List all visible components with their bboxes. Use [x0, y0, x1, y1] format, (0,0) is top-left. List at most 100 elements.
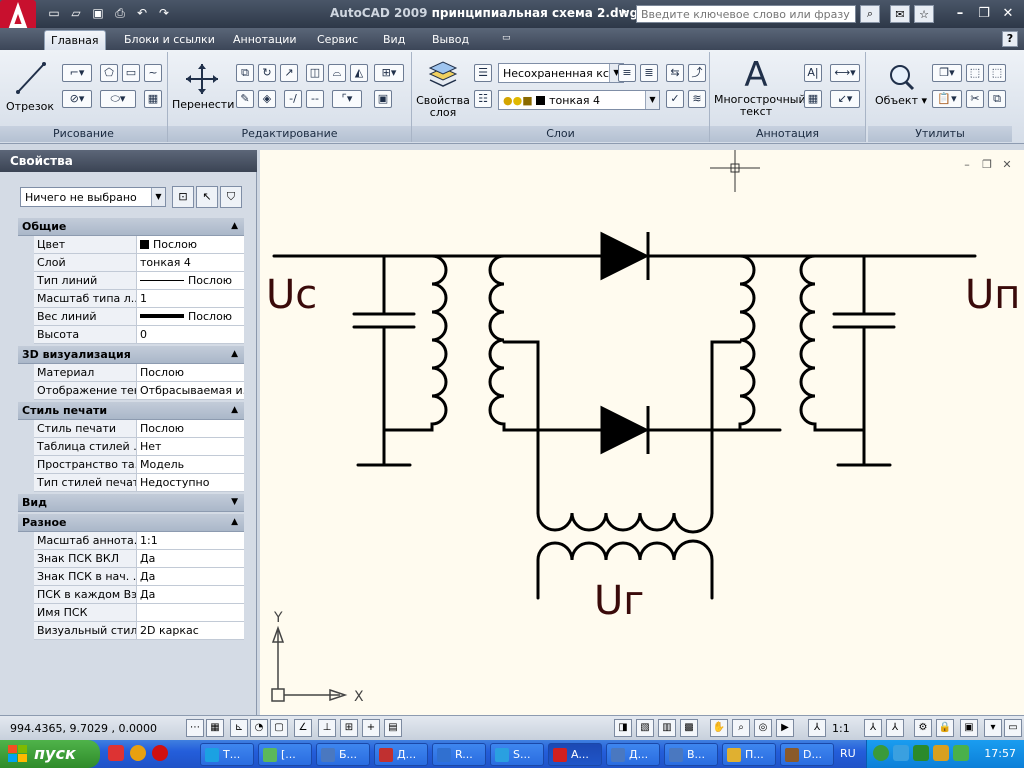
property-value[interactable]: Послою [137, 364, 244, 381]
property-row[interactable]: Знак ПСК в нач. ... Да [34, 568, 244, 586]
make-current-icon[interactable]: ✓ [666, 90, 684, 108]
mtext-button[interactable]: A Многострочный текст [714, 56, 806, 118]
property-value[interactable]: 2D каркас [137, 622, 244, 639]
property-value[interactable] [137, 604, 244, 621]
trim-icon[interactable]: ↗ [280, 64, 298, 82]
property-section[interactable]: Вид ▼ [18, 494, 244, 512]
layer-isolate-icon[interactable]: ≣ [640, 64, 658, 82]
minimize-icon[interactable]: – [950, 4, 970, 22]
property-row[interactable]: Имя ПСК [34, 604, 244, 622]
workspace-gear-icon[interactable]: ⚙ [914, 719, 932, 737]
taskbar-task[interactable]: Д... [374, 743, 428, 766]
maximize-viewport-icon[interactable]: ▩ [680, 719, 698, 737]
new-file-icon[interactable]: ▭ [44, 4, 64, 22]
property-value[interactable]: Модель [137, 456, 244, 473]
property-value[interactable]: 1 [137, 290, 244, 307]
property-value[interactable]: Послою [137, 236, 244, 253]
select-all-icon[interactable]: ⬚ [988, 64, 1006, 82]
object-snap-icon[interactable]: ▢ [270, 719, 288, 737]
fullscreen-icon[interactable]: ▭ [1004, 719, 1022, 737]
layer-unisolate-icon[interactable]: ≋ [688, 90, 706, 108]
property-value[interactable]: Послою [137, 420, 244, 437]
property-row[interactable]: Масштаб аннота... 1:1 [34, 532, 244, 550]
property-section[interactable]: 3D визуализация ▲ [18, 346, 244, 364]
property-row[interactable]: Высота 0 [34, 326, 244, 344]
property-row[interactable]: Слой тонкая 4 [34, 254, 244, 272]
tab-tools[interactable]: Сервис [311, 30, 364, 50]
dynamic-input-icon[interactable]: ⊞ [340, 719, 358, 737]
hatch-icon[interactable]: ▦ [144, 90, 162, 108]
taskbar-task[interactable]: [... [258, 743, 312, 766]
circle-icon[interactable]: ⊘▾ [62, 90, 92, 108]
tab-annotate[interactable]: Аннотации [227, 30, 303, 50]
tab-blocks[interactable]: Блоки и ссылки [118, 30, 221, 50]
property-value[interactable]: Нет [137, 438, 244, 455]
quicklaunch-opera-icon[interactable] [152, 745, 168, 761]
property-row[interactable]: Тип стилей печати Недоступно [34, 474, 244, 492]
annotation-scale-value[interactable]: 1:1 [832, 722, 850, 735]
current-layer-select[interactable]: ●●■ тонкая 4 ▼ [498, 90, 660, 110]
dynamic-ucs-icon[interactable]: ⊥ [318, 719, 336, 737]
collapse-icon[interactable]: ▲ [231, 405, 238, 415]
quick-select-icon[interactable]: ❐▾ [932, 64, 962, 82]
toolbar-lock-icon[interactable]: 🔒 [936, 719, 954, 737]
dimension-icon[interactable]: ⟷▾ [830, 64, 860, 82]
polyline-icon[interactable]: ⌐▾ [62, 64, 92, 82]
tray-antivirus-icon[interactable] [893, 745, 909, 761]
ortho-mode-icon[interactable]: ⊾ [230, 719, 248, 737]
property-value[interactable]: Да [137, 550, 244, 567]
quick-properties-icon[interactable]: ▤ [384, 719, 402, 737]
move-button[interactable]: Перенести [172, 62, 234, 111]
status-menu-icon[interactable]: ▾ [984, 719, 1002, 737]
favorites-star-icon[interactable]: ☆ [914, 5, 934, 23]
properties-match-icon[interactable]: ▣ [374, 90, 392, 108]
taskbar-task[interactable]: S... [490, 743, 544, 766]
steering-wheel-icon[interactable]: ◎ [754, 719, 772, 737]
lineweight-icon[interactable]: + [362, 719, 380, 737]
property-value[interactable]: Отбрасываемая и... [137, 382, 244, 399]
layer-states-icon[interactable]: ☰ [474, 64, 492, 82]
tray-update-icon[interactable] [913, 745, 929, 761]
pan-icon[interactable]: ✋ [710, 719, 728, 737]
layout-2-icon[interactable]: ▥ [658, 719, 676, 737]
property-row[interactable]: Отображение тени Отбрасываемая и... [34, 382, 244, 400]
annotation-scale-icon[interactable]: ⅄ [808, 719, 826, 737]
property-value[interactable]: 1:1 [137, 532, 244, 549]
layer-state-select[interactable]: Несохраненная кс ▼ [498, 63, 624, 83]
collapse-icon[interactable]: ▲ [231, 349, 238, 359]
zoom-icon[interactable]: ⌕ [732, 719, 750, 737]
tab-output[interactable]: Вывод [426, 30, 475, 50]
multileader-icon[interactable]: ↙▾ [830, 90, 860, 108]
clock[interactable]: 17:57 [984, 747, 1016, 760]
snap-mode-icon[interactable]: ⋯ [186, 719, 204, 737]
drawing-area[interactable]: – ❐ ✕ Uc Uп Uг Y X [260, 150, 1024, 715]
print-icon[interactable]: ⎙ [110, 4, 130, 22]
collapse-icon[interactable]: ▲ [231, 517, 238, 527]
rectangle-icon[interactable]: ▭ [122, 64, 140, 82]
tray-network-icon[interactable] [873, 745, 889, 761]
toggle-pickadd-icon[interactable]: ⊡ [172, 186, 194, 208]
taskbar-task[interactable]: D... [780, 743, 834, 766]
taskbar-task[interactable]: В... [664, 743, 718, 766]
copy-icon[interactable]: ⧉ [236, 64, 254, 82]
quicklaunch-browser-icon[interactable] [130, 745, 146, 761]
property-row[interactable]: Визуальный стиль 2D каркас [34, 622, 244, 640]
search-input[interactable] [636, 5, 856, 23]
copy-clip-icon[interactable]: ⧉ [988, 90, 1006, 108]
fillet-icon[interactable]: ⌜▾ [332, 90, 362, 108]
selection-select[interactable]: Ничего не выбрано ▼ [20, 187, 166, 207]
tab-view[interactable]: Вид [377, 30, 411, 50]
quick-select-filter-icon[interactable]: ⛉ [220, 186, 242, 208]
panel-utilities-label[interactable]: Утилиты [868, 126, 1012, 142]
taskbar-task[interactable]: R... [432, 743, 486, 766]
layer-properties-button[interactable]: Свойства слоя [416, 58, 470, 119]
single-line-text-icon[interactable]: A| [804, 64, 822, 82]
break-icon[interactable]: -/ [284, 90, 302, 108]
property-row[interactable]: Знак ПСК ВКЛ Да [34, 550, 244, 568]
start-button[interactable]: пуск [0, 740, 100, 768]
property-value[interactable]: тонкая 4 [137, 254, 244, 271]
ellipse-icon[interactable]: ⬭▾ [100, 90, 136, 108]
property-value[interactable]: Послою [137, 272, 244, 289]
property-row[interactable]: Цвет Послою [34, 236, 244, 254]
select-objects-icon[interactable]: ↖ [196, 186, 218, 208]
